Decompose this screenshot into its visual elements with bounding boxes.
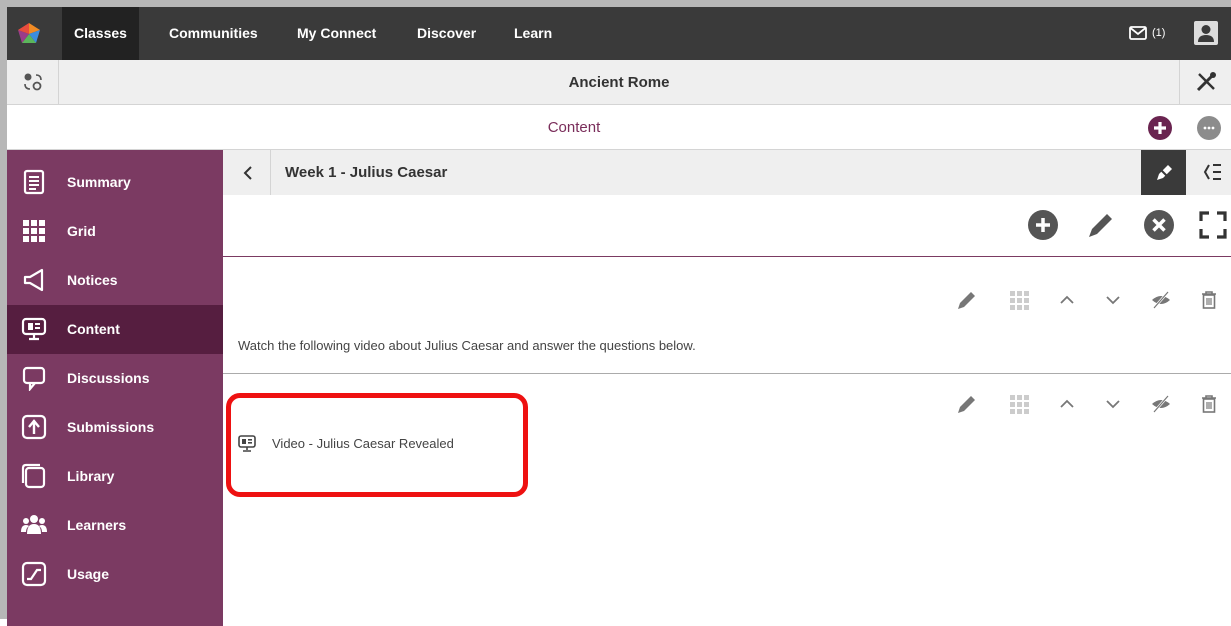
add-item-button[interactable] [1027,209,1059,241]
discussion-icon [22,366,46,391]
app-frame: Classes Communities My Connect Discover … [0,0,1231,626]
sidebar-item-content[interactable]: Content [7,305,223,354]
sidebar-item-label: Library [67,468,115,484]
sidebar-item-submissions[interactable]: Submissions [7,403,223,452]
week-title: Week 1 - Julius Caesar [285,164,448,181]
chart-icon [21,561,47,587]
class-switcher-icon [24,73,42,91]
hide-icon[interactable] [1149,288,1173,312]
tools-icon [1196,72,1216,92]
messages-button[interactable]: (1) [1129,25,1179,43]
back-button[interactable] [223,150,271,195]
upload-icon [21,414,47,440]
content-block: Video - Julius Caesar Revealed [223,374,1231,494]
nav-learn[interactable]: Learn [502,7,564,60]
nav-discover[interactable]: Discover [405,7,488,60]
sidebar-item-label: Content [67,321,120,337]
week-toolbar [223,195,1231,257]
content-icon [21,317,47,341]
sidebar-item-label: Discussions [67,370,150,386]
pencil-icon[interactable] [955,392,979,416]
people-icon [21,515,47,534]
sidebar-item-library[interactable]: Library [7,452,223,501]
collapse-panel-button[interactable] [1193,150,1231,195]
section-title: Content [547,119,601,136]
block-text: Watch the following video about Julius C… [238,338,696,353]
plus-circle-icon [1028,210,1058,240]
content-block: Watch the following video about Julius C… [223,258,1231,374]
sidebar-item-notices[interactable]: Notices [7,256,223,305]
block-actions [941,392,1231,416]
hide-icon[interactable] [1149,392,1173,416]
sidebar-item-label: Submissions [67,419,155,435]
grid-icon[interactable] [1007,288,1031,312]
more-options-button[interactable] [1197,116,1221,140]
top-navigation: Classes Communities My Connect Discover … [7,7,1231,60]
sidebar-item-label: Notices [67,272,118,288]
sidebar-item-learners[interactable]: Learners [7,501,223,550]
message-count: (1) [1152,27,1166,39]
grid-icon [23,220,45,242]
block-actions [941,288,1231,312]
sidebar-item-discussions[interactable]: Discussions [7,354,223,403]
nav-classes[interactable]: Classes [62,7,139,60]
chevron-down-icon[interactable] [1101,392,1125,416]
add-content-button[interactable] [1148,116,1172,140]
week-header: Week 1 - Julius Caesar [223,150,1231,195]
class-switcher-button[interactable] [7,60,59,105]
user-icon [1198,25,1214,42]
edit-mode-toggle[interactable] [1141,150,1186,195]
trash-icon[interactable] [1197,392,1221,416]
edit-week-button[interactable] [1085,209,1117,241]
summary-icon [23,169,45,195]
ellipsis-icon [1203,126,1215,130]
plus-icon [1154,122,1166,134]
fullscreen-icon [1199,211,1227,239]
collapse-icon [1203,164,1221,180]
user-menu-button[interactable] [1194,21,1218,45]
pencil-icon[interactable] [955,288,979,312]
sidebar: Summary Grid Notices Content Discussions… [7,150,223,626]
delete-week-button[interactable] [1143,209,1175,241]
app-logo-icon[interactable] [16,21,42,47]
close-circle-icon [1144,210,1174,240]
nav-communities[interactable]: Communities [157,7,270,60]
library-icon [21,463,46,489]
section-header: Content [7,105,1231,150]
pencil-icon [1089,214,1112,237]
envelope-icon [1129,26,1147,40]
sidebar-item-label: Summary [67,174,131,190]
video-icon [238,435,256,452]
sidebar-item-summary[interactable]: Summary [7,158,223,207]
sidebar-item-label: Usage [67,566,110,582]
sidebar-item-label: Learners [67,517,127,533]
class-tools-button[interactable] [1179,60,1231,105]
megaphone-icon [23,268,44,292]
fullscreen-button[interactable] [1197,209,1229,241]
sidebar-item-label: Grid [67,223,96,239]
video-title: Video - Julius Caesar Revealed [272,436,454,451]
chevron-up-icon[interactable] [1055,288,1079,312]
class-header: Ancient Rome [7,60,1231,105]
chevron-up-icon[interactable] [1055,392,1079,416]
edit-mode-icon [1154,163,1174,183]
grid-icon[interactable] [1007,392,1031,416]
trash-icon[interactable] [1197,288,1221,312]
sidebar-item-usage[interactable]: Usage [7,550,223,599]
chevron-down-icon[interactable] [1101,288,1125,312]
class-title: Ancient Rome [568,74,670,91]
nav-my-connect[interactable]: My Connect [285,7,388,60]
sidebar-item-grid[interactable]: Grid [7,207,223,256]
chevron-left-icon [243,166,252,180]
